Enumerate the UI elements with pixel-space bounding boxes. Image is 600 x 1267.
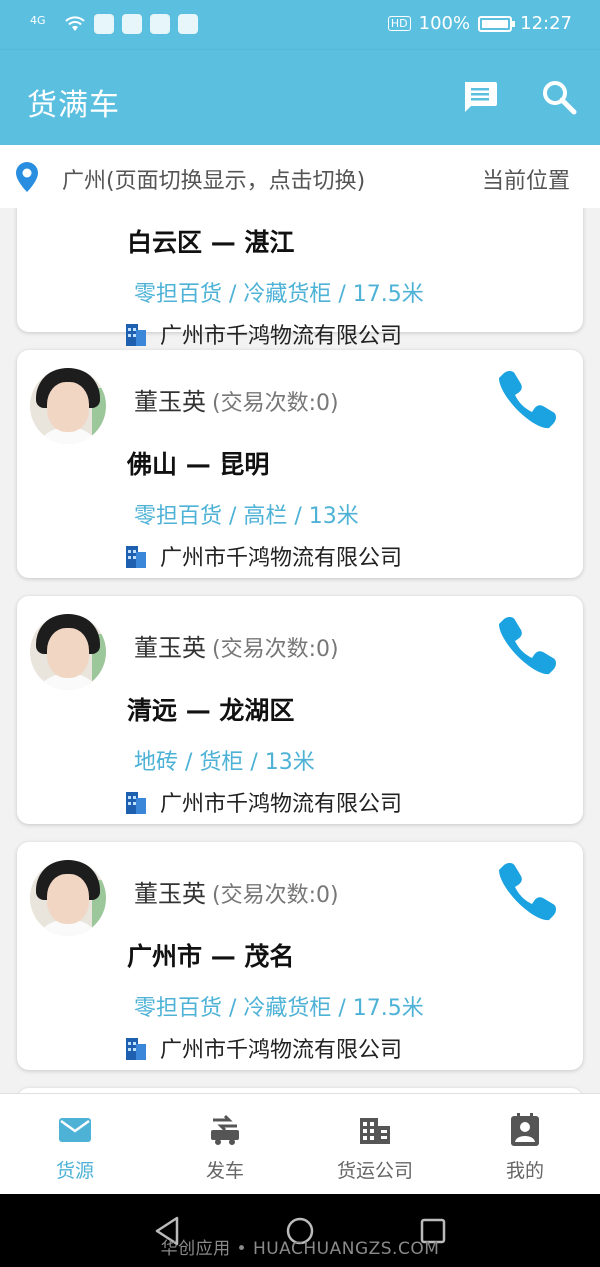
company-row: 广州市千鸿物流有限公司 bbox=[122, 1032, 402, 1064]
battery-icon bbox=[478, 15, 516, 32]
status-icons-right: HD 100% 12:27 bbox=[387, 13, 572, 34]
avatar bbox=[30, 368, 106, 444]
company-name: 广州市千鸿物流有限公司 bbox=[160, 792, 403, 817]
status-icons-left: 4G bbox=[30, 14, 198, 34]
app-notification-icon bbox=[94, 14, 114, 34]
cargo-info: 零担百货 / 冷藏货柜 / 17.5米 bbox=[134, 996, 424, 1021]
driver-name: 董玉英 bbox=[134, 634, 206, 662]
watermark: 华创应用 • HUACHUANGZS.COM bbox=[160, 1239, 440, 1259]
phone-icon[interactable] bbox=[497, 368, 559, 430]
building-icon bbox=[126, 546, 146, 568]
route: 清远 — 龙湖区 bbox=[127, 696, 295, 725]
profile-icon bbox=[511, 1113, 539, 1146]
battery-percent: 100% bbox=[418, 13, 471, 34]
phone-icon[interactable] bbox=[497, 860, 559, 922]
driver-name-row: 董玉英 (交易次数:0) bbox=[134, 628, 339, 663]
search-icon[interactable] bbox=[540, 78, 578, 116]
tab-mine[interactable]: 我的 bbox=[450, 1094, 600, 1195]
tab-label: 我的 bbox=[505, 1160, 544, 1182]
clock: 12:27 bbox=[520, 13, 572, 34]
mail-icon bbox=[59, 1118, 91, 1142]
app-notification-icon bbox=[178, 14, 198, 34]
tab-cargo-source[interactable]: 货源 bbox=[0, 1094, 150, 1195]
tab-freight-company[interactable]: 货运公司 bbox=[300, 1094, 450, 1195]
system-nav-bar: 华创应用 • HUACHUANGZS.COM bbox=[0, 1194, 600, 1267]
tab-label: 货源 bbox=[55, 1160, 94, 1182]
building-icon bbox=[126, 324, 146, 346]
driver-name-row: 董玉英 (交易次数:0) bbox=[134, 382, 339, 417]
avatar bbox=[30, 614, 106, 690]
cargo-list: 白云区 — 湛江 零担百货 / 冷藏货柜 / 17.5米 广州市千鸿物流有限公司… bbox=[0, 208, 600, 1093]
company-name: 广州市千鸿物流有限公司 bbox=[160, 324, 403, 349]
wifi-icon bbox=[65, 16, 85, 31]
company-row: 广州市千鸿物流有限公司 bbox=[122, 318, 402, 350]
company-row: 广州市千鸿物流有限公司 bbox=[122, 786, 402, 818]
app-bar: 货满车 bbox=[0, 50, 600, 145]
cargo-card[interactable]: 白云区 — 湛江 零担百货 / 冷藏货柜 / 17.5米 广州市千鸿物流有限公司 bbox=[17, 208, 583, 349]
cargo-card[interactable]: 董玉英 (交易次数:0) 佛山 — 昆明 零担百货 / 高栏 / 13米 广州市千… bbox=[17, 350, 583, 578]
company-row: 广州市千鸿物流有限公司 bbox=[122, 540, 402, 572]
bottom-nav: 货源 发车 货运公司 我的 bbox=[0, 1093, 600, 1194]
phone-icon[interactable] bbox=[497, 614, 559, 676]
cargo-card[interactable]: 董玉英 (交易次数:0) 广州市 — 茂名 零担百货 / 冷藏货柜 / 17.5米… bbox=[17, 842, 583, 1070]
driver-name: 董玉英 bbox=[134, 388, 206, 416]
trade-count: (交易次数:0) bbox=[212, 883, 339, 908]
status-bar: 4G HD 100% 12:27 bbox=[0, 0, 600, 50]
city-switch[interactable]: 广州(页面切换显示，点击切换) bbox=[62, 163, 365, 195]
location-bar: 广州(页面切换显示，点击切换) 当前位置 bbox=[0, 145, 600, 208]
cargo-card[interactable]: 董玉英 (交易次数:0) 清远 — 龙湖区 地砖 / 货柜 / 13米 广州市千鸿… bbox=[17, 596, 583, 824]
avatar bbox=[30, 860, 106, 936]
current-location-button[interactable]: 当前位置 bbox=[482, 163, 570, 195]
app-notification-icon bbox=[122, 14, 142, 34]
cargo-info: 零担百货 / 高栏 / 13米 bbox=[134, 504, 359, 529]
tab-label: 发车 bbox=[205, 1160, 244, 1182]
building-icon bbox=[126, 1038, 146, 1060]
trade-count: (交易次数:0) bbox=[212, 391, 339, 416]
company-name: 广州市千鸿物流有限公司 bbox=[160, 1038, 403, 1063]
cargo-info: 零担百货 / 冷藏货柜 / 17.5米 bbox=[134, 282, 424, 307]
location-pin-icon bbox=[16, 162, 38, 192]
app-notification-icon bbox=[150, 14, 170, 34]
route: 佛山 — 昆明 bbox=[127, 450, 270, 479]
company-name: 广州市千鸿物流有限公司 bbox=[160, 546, 403, 571]
message-icon[interactable] bbox=[462, 80, 498, 114]
truck-icon bbox=[211, 1114, 239, 1145]
hd-indicator: HD bbox=[387, 16, 411, 31]
tab-label: 货运公司 bbox=[336, 1160, 413, 1182]
building-icon bbox=[126, 792, 146, 814]
driver-name-row: 董玉英 (交易次数:0) bbox=[134, 874, 339, 909]
trade-count: (交易次数:0) bbox=[212, 637, 339, 662]
app-title: 货满车 bbox=[27, 88, 120, 123]
tab-dispatch[interactable]: 发车 bbox=[150, 1094, 300, 1195]
driver-name: 董玉英 bbox=[134, 880, 206, 908]
route: 白云区 — 湛江 bbox=[127, 228, 295, 257]
building-icon bbox=[360, 1118, 390, 1144]
cargo-info: 地砖 / 货柜 / 13米 bbox=[134, 750, 315, 775]
route: 广州市 — 茂名 bbox=[127, 942, 295, 971]
signal-icon: 4G bbox=[30, 14, 46, 27]
